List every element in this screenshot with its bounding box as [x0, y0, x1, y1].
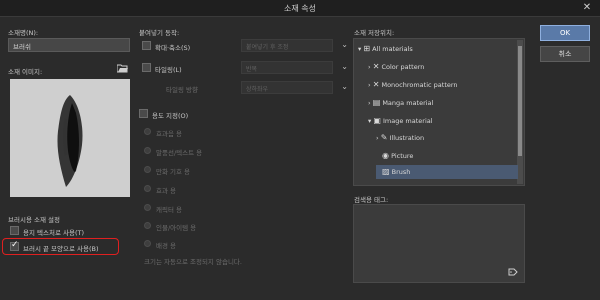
tree-item-picture[interactable]: ◉ Picture [382, 149, 518, 163]
pencil-icon: ✎ [380, 133, 388, 142]
option-label: 효과음 용 [156, 130, 182, 138]
cancel-button[interactable]: 취소 [540, 46, 590, 62]
option-radio[interactable] [144, 240, 151, 247]
location-label: 소재 저장위치: [354, 29, 395, 37]
tree-item-image-material[interactable]: ▾ ▣ Image material [368, 114, 518, 128]
tree-item-monochromatic-pattern[interactable]: › ✕ Monochromatic pattern [368, 78, 518, 92]
chevron-down-icon: ⌄ [341, 40, 348, 49]
tree-item-label: Monochromatic pattern [381, 81, 458, 89]
tile-mode-value: 반복 [246, 66, 258, 73]
chevron-right-icon[interactable]: › [368, 63, 371, 71]
window-title: 소재 속성 [284, 4, 316, 13]
tree-item-label: All materials [372, 45, 413, 53]
tree-item-label: Picture [391, 152, 414, 160]
option-radio[interactable] [144, 204, 151, 211]
option-label: 배경 용 [156, 242, 177, 250]
pattern-icon: ✕ [372, 62, 380, 71]
brush-icon: ▨ [382, 167, 390, 176]
tree-item-label: Brush [391, 168, 411, 176]
brush-shape-checkbox[interactable] [10, 240, 19, 251]
option-radio[interactable] [144, 185, 151, 192]
tile-direction-value: 상하좌우 [246, 86, 269, 93]
chevron-down-icon[interactable]: ▾ [368, 117, 371, 125]
tile-checkbox[interactable] [142, 63, 151, 72]
close-icon[interactable]: ✕ [580, 1, 594, 15]
tree-item-color-pattern[interactable]: › ✕ Color pattern [368, 60, 518, 74]
paper-texture-checkbox[interactable] [10, 226, 19, 235]
scale-label: 확대·축소(S) [155, 44, 191, 52]
paper-texture-label: 용지 텍스처로 사용(T) [23, 229, 85, 237]
layer-checkbox[interactable] [139, 109, 148, 118]
ok-button[interactable]: OK [540, 25, 590, 41]
brush-settings-label: 브러시용 소재 설정 [8, 216, 60, 224]
chevron-down-icon: ⌄ [341, 82, 348, 91]
option-radio[interactable] [144, 128, 151, 135]
image-label: 소재 이미지: [8, 68, 43, 76]
option-label: 말풍선/텍스트 용 [156, 149, 203, 157]
tile-label: 타일링(L) [155, 66, 182, 74]
chevron-down-icon: ⌄ [341, 62, 348, 71]
material-image-preview [10, 79, 130, 197]
tree-item-all-materials[interactable]: ▾ ⊞ All materials [358, 42, 518, 56]
chevron-right-icon[interactable]: › [368, 81, 371, 89]
chevron-down-icon[interactable]: ▾ [358, 45, 361, 53]
tree-item-manga-material[interactable]: › ▤ Manga material [368, 96, 518, 110]
name-input[interactable]: 브러쉬 [8, 38, 130, 52]
title-bar: 소재 속성 ✕ [0, 0, 600, 17]
layer-label: 용도 지정(O) [152, 112, 189, 120]
tree-item-label: Manga material [382, 99, 434, 107]
option-radio[interactable] [144, 222, 151, 229]
manga-icon: ▤ [372, 98, 381, 107]
tree-item-brush[interactable]: ▨ Brush [376, 165, 518, 179]
option-radio[interactable] [144, 147, 151, 154]
grid-icon: ⊞ [363, 44, 371, 53]
folder-open-icon[interactable] [116, 64, 128, 75]
tree-item-label: Illustration [389, 134, 425, 142]
chevron-right-icon[interactable]: › [376, 134, 379, 142]
camera-icon: ◉ [382, 151, 389, 160]
pattern-icon: ✕ [372, 80, 380, 89]
scale-mode-value: 붙여넣기 후 조정 [246, 44, 289, 51]
tree-item-illustration[interactable]: › ✎ Illustration [376, 131, 518, 145]
name-label: 소재명(N): [8, 29, 39, 37]
option-label: 인물/아이템 용 [156, 224, 197, 232]
tree-item-label: Image material [382, 117, 433, 125]
scale-checkbox[interactable] [142, 41, 151, 50]
size-note: 크기는 자동으로 조정되지 않습니다. [144, 258, 242, 266]
tag-field[interactable] [353, 204, 525, 283]
tile-direction-dropdown[interactable]: 상하좌우 ⌄ [241, 81, 348, 94]
tile-mode-dropdown[interactable]: 반복 ⌄ [241, 61, 348, 74]
option-label: 캐릭터 용 [156, 206, 182, 214]
scrollbar-thumb[interactable] [518, 46, 522, 156]
brush-shape-label: 브러시 끝 모양으로 사용(B) [23, 245, 99, 253]
scale-mode-dropdown[interactable]: 붙여넣기 후 조정 ⌄ [241, 39, 348, 52]
paste-label: 붙여넣기 동작: [139, 29, 180, 37]
tag-add-icon[interactable] [508, 268, 518, 278]
option-label: 만화 기호 용 [156, 168, 191, 176]
location-tree[interactable]: ▾ ⊞ All materials › ✕ Color pattern › ✕ … [353, 38, 525, 186]
option-radio[interactable] [144, 166, 151, 173]
option-label: 효과 용 [156, 187, 177, 195]
tile-direction-label: 타일링 방향 [166, 86, 198, 94]
image-icon: ▣ [373, 116, 381, 125]
chevron-right-icon[interactable]: › [368, 99, 371, 107]
tree-item-label: Color pattern [381, 63, 425, 71]
tag-label: 검색용 태그: [354, 196, 389, 204]
